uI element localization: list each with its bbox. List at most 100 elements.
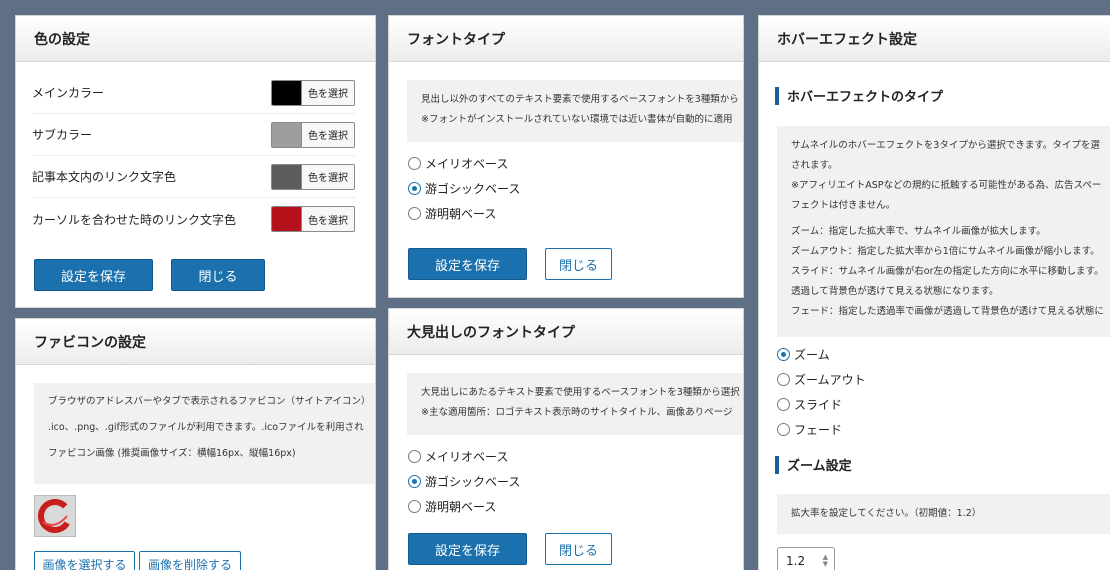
heading-font-option-meiryo[interactable]: メイリオベース [408, 448, 508, 465]
heading-font-option-yugothic[interactable]: 游ゴシックベース [408, 473, 520, 490]
color-picker-button[interactable]: 色を選択 [271, 121, 355, 148]
radio-button[interactable] [408, 157, 421, 170]
save-button[interactable]: 設定を保存 [408, 248, 527, 280]
font-option-meiryo[interactable]: メイリオベース [408, 155, 508, 172]
radio-button-checked[interactable] [408, 182, 421, 195]
heading-font-option-yumincho[interactable]: 游明朝ベース [408, 498, 496, 515]
favicon-description: ブラウザのアドレスバーやタブで表示されるファビコン（サイトアイコン） .ico、… [34, 383, 375, 484]
color-row-hover-link: カーソルを合わせた時のリンク文字色 色を選択 [32, 198, 355, 240]
radio-button[interactable] [408, 450, 421, 463]
heading-font-type-panel: 大見出しのフォントタイプ 大見出しにあたるテキスト要素で使用するベースフォントを… [388, 308, 744, 570]
color-swatch [272, 80, 301, 105]
radio-button[interactable] [408, 500, 421, 513]
color-swatch [272, 164, 301, 189]
panel-title: ファビコンの設定 [16, 319, 375, 365]
radio-label: 游ゴシックベース [425, 182, 521, 196]
zoom-description: 拡大率を設定してください。（初期値：1.2） [777, 494, 1110, 534]
color-swatch [272, 207, 301, 231]
radio-button[interactable] [408, 207, 421, 220]
zoom-rate-input[interactable]: 1.2 ▲ ▼ [777, 547, 835, 570]
desc-line: 大見出しにあたるテキスト要素で使用するベースフォントを3種類から選択 [421, 387, 740, 398]
subheading-label: ホバーエフェクトのタイプ [787, 90, 944, 105]
color-row-main: メインカラー 色を選択 [32, 72, 355, 114]
hover-description: サムネイルのホバーエフェクトを3タイプから選択できます。タイプを選 されます。 … [777, 126, 1110, 337]
radio-button[interactable] [777, 373, 790, 386]
radio-label: フェード [794, 423, 843, 437]
panel-title: ホバーエフェクト設定 [759, 16, 1110, 62]
radio-label: メイリオベース [425, 450, 509, 464]
hover-option-zoomout[interactable]: ズームアウト [777, 371, 866, 388]
desc-line: 透過して背景色が透けて見える状態になります。 [791, 286, 999, 297]
radio-label: スライド [794, 398, 843, 412]
radio-label: ズームアウト [794, 373, 866, 387]
color-picker-label: 色を選択 [301, 80, 354, 105]
desc-line: 拡大率を設定してください。（初期値：1.2） [791, 508, 982, 519]
color-label: サブカラー [32, 128, 93, 142]
radio-button-checked[interactable] [777, 348, 790, 361]
desc-line: 見出し以外のすべてのテキスト要素で使用するベースフォントを3種類から [421, 94, 739, 105]
color-picker-label: 色を選択 [301, 207, 354, 231]
panel-title: 色の設定 [16, 16, 375, 62]
radio-label: 游ゴシックベース [425, 475, 521, 489]
color-label: カーソルを合わせた時のリンク文字色 [32, 212, 237, 227]
save-button[interactable]: 設定を保存 [34, 259, 153, 291]
color-picker-label: 色を選択 [301, 122, 354, 147]
panel-title: 大見出しのフォントタイプ [389, 309, 743, 355]
color-swatch [272, 122, 301, 147]
desc-line: ファビコン画像 (推奨画像サイズ：横幅16px、縦幅16px) [48, 448, 296, 459]
hover-option-fade[interactable]: フェード [777, 421, 842, 438]
delete-image-button[interactable]: 画像を削除する [139, 551, 241, 570]
desc-line: ※フォントがインストールされていない環境では近い書体が自動的に適用 [421, 114, 733, 125]
select-image-button[interactable]: 画像を選択する [34, 551, 135, 570]
desc-line: ブラウザのアドレスバーやタブで表示されるファビコン（サイトアイコン） [48, 396, 371, 407]
desc-line: ※主な適用箇所：ロゴテキスト表示時のサイトタイトル、画像ありページ [421, 407, 733, 418]
desc-line: フェード：指定した透過率で画像が透過して背景色が透けて見える状態に [791, 306, 1104, 317]
save-button[interactable]: 設定を保存 [408, 533, 527, 565]
color-label: メインカラー [32, 86, 105, 100]
color-row-sub: サブカラー 色を選択 [32, 114, 355, 156]
radio-label: メイリオベース [425, 157, 509, 171]
desc-line: ※アフィリエイトASPなどの規約に抵触する可能性がある為、広告スペー [791, 180, 1102, 191]
color-picker-button[interactable]: 色を選択 [271, 79, 355, 106]
font-type-panel: フォントタイプ 見出し以外のすべてのテキスト要素で使用するベースフォントを3種類… [388, 15, 744, 298]
zoom-settings-heading: ズーム設定 [775, 455, 852, 474]
spinner-arrows-icon[interactable]: ▲ ▼ [823, 554, 828, 568]
desc-line: .ico、.png、.gif形式のファイルが利用できます。.icoファイルを利用… [48, 422, 364, 433]
zoom-rate-value: 1.2 [786, 554, 806, 568]
hover-effect-panel: ホバーエフェクト設定 ホバーエフェクトのタイプ サムネイルのホバーエフェクトを3… [758, 15, 1110, 570]
desc-line: フェクトは付きません。 [791, 200, 896, 211]
heading-accent-bar [775, 86, 779, 105]
radio-label: ズーム [794, 348, 830, 362]
hover-option-zoom[interactable]: ズーム [777, 346, 830, 363]
color-picker-button[interactable]: 色を選択 [271, 206, 355, 232]
radio-button[interactable] [777, 398, 790, 411]
color-row-link: 記事本文内のリンク文字色 色を選択 [32, 156, 355, 198]
radio-label: 游明朝ベース [425, 207, 497, 221]
radio-label: 游明朝ベース [425, 500, 497, 514]
desc-line: ズーム：指定した拡大率で、サムネイル画像が拡大します。 [791, 226, 1046, 237]
heading-accent-bar [775, 455, 779, 474]
desc-line: ズームアウト：指定した拡大率から1倍にサムネイル画像が縮小します。 [791, 246, 1100, 257]
desc-line: スライド：サムネイル画像が右or左の指定した方向に水平に移動します。 [791, 266, 1104, 277]
desc-line: されます。 [791, 160, 838, 171]
favicon-preview-image [34, 495, 76, 537]
color-label: 記事本文内のリンク文字色 [32, 170, 177, 184]
subheading-label: ズーム設定 [787, 459, 852, 474]
color-picker-button[interactable]: 色を選択 [271, 163, 355, 190]
radio-button-checked[interactable] [408, 475, 421, 488]
radio-button[interactable] [777, 423, 790, 436]
hover-option-slide[interactable]: スライド [777, 396, 842, 413]
color-settings-panel: 色の設定 メインカラー 色を選択 サブカラー 色を選択 記事本文内のリンク文字色… [15, 15, 376, 308]
panel-title: フォントタイプ [389, 16, 743, 62]
close-button[interactable]: 閉じる [171, 259, 265, 291]
close-button[interactable]: 閉じる [545, 533, 612, 565]
hover-type-heading: ホバーエフェクトのタイプ [775, 86, 943, 105]
font-option-yumincho[interactable]: 游明朝ベース [408, 205, 496, 222]
font-option-yugothic[interactable]: 游ゴシックベース [408, 180, 520, 197]
heading-font-description: 大見出しにあたるテキスト要素で使用するベースフォントを3種類から選択 ※主な適用… [407, 373, 743, 435]
favicon-logo-icon [38, 499, 72, 533]
close-button[interactable]: 閉じる [545, 248, 612, 280]
color-picker-label: 色を選択 [301, 164, 354, 189]
desc-line: サムネイルのホバーエフェクトを3タイプから選択できます。タイプを選 [791, 140, 1100, 151]
font-description: 見出し以外のすべてのテキスト要素で使用するベースフォントを3種類から ※フォント… [407, 80, 743, 142]
